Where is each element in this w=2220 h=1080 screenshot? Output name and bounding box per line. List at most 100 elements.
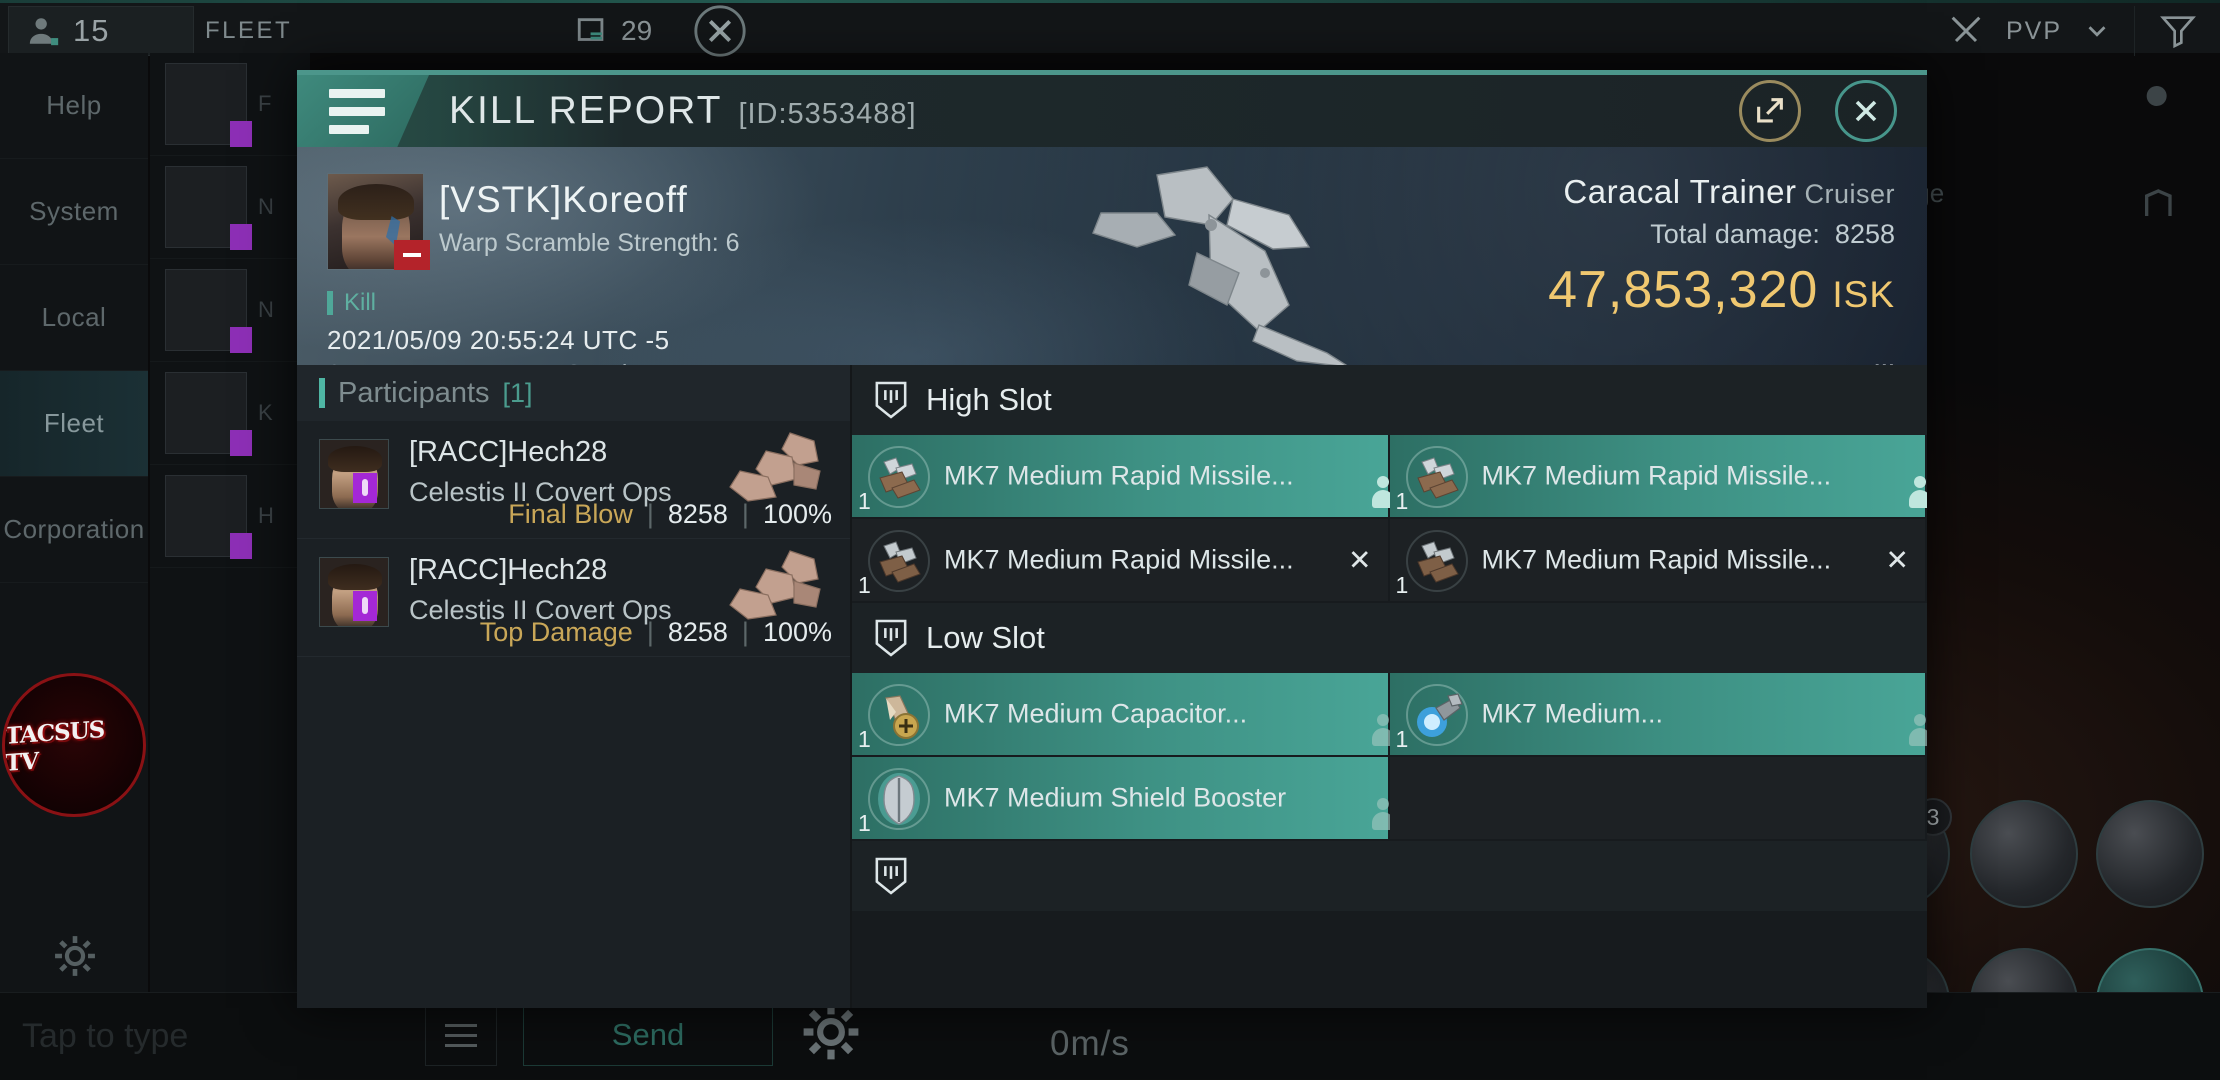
close-button[interactable] (1835, 80, 1897, 142)
modal-title-group: KILL REPORT [ID:5353488] (449, 89, 917, 133)
kill-summary-hero: [VSTK]Koreoff Warp Scramble Strength: 6 … (297, 147, 1927, 365)
bg-close-button[interactable] (690, 3, 750, 59)
member-name: N (258, 297, 274, 322)
screen-count-chip[interactable]: 29 (575, 6, 652, 56)
list-item[interactable]: K (150, 362, 310, 465)
status-accent (327, 291, 333, 315)
sidebar-item-system[interactable]: System (0, 159, 148, 265)
sidebar-item-help[interactable]: Help (0, 53, 148, 159)
fitting-module[interactable]: 1 MK7 Medium Capacitor... (852, 673, 1390, 757)
status-text: Kill (344, 289, 377, 316)
share-button[interactable] (1739, 80, 1801, 142)
fleet-member-column: F N N K H (150, 53, 310, 1080)
mode-label: PVP (2005, 16, 2062, 45)
section-header-next-slot (852, 841, 1927, 911)
stream-logo-text: TACSUS TV (5, 715, 105, 777)
module-slot[interactable] (1970, 800, 2078, 908)
rank-badge (230, 327, 252, 353)
section-header-high-slot: High Slot (852, 365, 1927, 435)
shield-extender-icon (1405, 684, 1468, 746)
sidebar-label: Corporation (3, 514, 145, 544)
participant-name: [RACC]Hech28 (409, 554, 608, 586)
mode-selector[interactable]: PVP (1924, 6, 2134, 56)
capacitor-booster-icon (868, 684, 930, 746)
participant-percent: 100% (762, 617, 832, 647)
kill-report-modal: KILL REPORT [ID:5353488] [VSTK]Koreoff W… (297, 70, 1927, 1008)
rank-badge (353, 591, 377, 621)
participant-tag: Top Damage (479, 617, 633, 647)
rank-badge (230, 224, 252, 250)
page-title: KILL REPORT (449, 89, 723, 132)
sidebar-item-fleet[interactable]: Fleet (0, 371, 148, 477)
bg-window-title: FLEET (205, 17, 293, 44)
victim-name: [VSTK]Koreoff (439, 179, 688, 220)
participant-damage: 8258 (667, 617, 728, 647)
module-quantity: 1 (1395, 726, 1409, 752)
list-item[interactable]: H (150, 465, 310, 568)
settings-button[interactable] (52, 933, 98, 984)
participants-count: [1] (502, 377, 533, 408)
list-item[interactable]: N (150, 156, 310, 259)
section-title: Low Slot (926, 620, 1045, 655)
online-count-chip[interactable]: 15 (8, 6, 194, 56)
rank-badge (230, 533, 252, 559)
gear-icon (803, 1004, 859, 1060)
member-name: H (258, 503, 274, 528)
module-name: MK7 Medium Rapid Missile... (944, 544, 1294, 575)
high-slot-grid: 1 MK7 Medium Rapid Missile... 1 MK7 Medi… (852, 435, 1927, 603)
filter-button[interactable] (2134, 6, 2220, 56)
ship-summary: Caracal Trainer Cruiser Total damage: 825… (1548, 173, 1895, 320)
modal-menu-button[interactable] (297, 75, 429, 147)
missile-launcher-icon (1405, 446, 1468, 508)
ship-render-caracal (1092, 166, 1348, 365)
fitting-module[interactable]: 1 MK7 Medium Rapid Missile... ✕ (1389, 519, 1927, 603)
online-count: 15 (73, 13, 110, 48)
gear-icon (55, 936, 95, 976)
module-mark-destroyed: ✕ (1885, 544, 1909, 576)
avatar-hair (328, 564, 382, 590)
section-accent (319, 378, 325, 408)
fitting-module[interactable]: 1 MK7 Medium Rapid Missile... (1389, 435, 1927, 519)
swords-icon (1951, 16, 1981, 43)
fitting-module[interactable]: 1 MK7 Medium... (1389, 673, 1927, 757)
isk-unit: ISK (1832, 274, 1895, 315)
isk-value: 47,853,320 (1548, 261, 1819, 319)
modal-actions (1739, 80, 1897, 142)
screen-count: 29 (621, 15, 653, 46)
stream-logo: TACSUS TV (2, 673, 146, 817)
send-button[interactable]: Send (523, 1004, 773, 1066)
module-slot[interactable] (2096, 800, 2204, 908)
participants-header: Participants [1] (297, 365, 850, 421)
sidebar-label: Fleet (43, 408, 105, 438)
warp-scramble-strength: Warp Scramble Strength: 6 (439, 229, 740, 257)
sidebar-item-corporation[interactable]: Corporation (0, 477, 148, 583)
negative-standing-icon (394, 240, 430, 270)
sidebar-item-local[interactable]: Local (0, 265, 148, 371)
module-quantity: 1 (858, 810, 871, 836)
ship-speed: 0m/s (1050, 1024, 1130, 1063)
fitting-module[interactable]: 1 MK7 Medium Rapid Missile... ✕ (852, 519, 1390, 603)
kill-timestamp: 2021/05/09 20:55:24 UTC -5 (327, 325, 670, 355)
list-item[interactable]: N (150, 259, 310, 362)
module-quantity: 1 (858, 726, 871, 752)
fitting-module[interactable]: 1 MK7 Medium Rapid Missile... (852, 435, 1390, 519)
chat-placeholder: Tap to type (22, 1016, 189, 1055)
chat-menu-button[interactable] (425, 1004, 497, 1066)
modal-body: Participants [1] [RACC]Hech28 Celestis I… (297, 365, 1927, 1008)
divider: | (741, 499, 749, 529)
module-name: MK7 Medium Rapid Missile... (1481, 460, 1832, 491)
fitting-module-empty (1389, 757, 1927, 841)
hud-settings-button[interactable] (800, 1001, 862, 1068)
missile-launcher-icon (868, 530, 930, 592)
module-name: MK7 Medium Rapid Missile... (1481, 544, 1832, 575)
sidebar-label: System (29, 196, 119, 226)
module-name: MK7 Medium Shield Booster (944, 782, 1287, 813)
member-name: K (258, 400, 273, 425)
table-row[interactable]: [RACC]Hech28 Celestis II Covert Ops Top … (297, 539, 850, 657)
table-row[interactable]: [RACC]Hech28 Celestis II Covert Ops Fina… (297, 421, 850, 539)
shield-booster-icon (868, 768, 930, 830)
fitting-module[interactable]: 1 MK7 Medium Shield Booster (852, 757, 1390, 841)
list-item[interactable]: F (150, 53, 310, 156)
close-icon (1855, 100, 1877, 122)
ship-class: Cruiser (1804, 179, 1895, 209)
